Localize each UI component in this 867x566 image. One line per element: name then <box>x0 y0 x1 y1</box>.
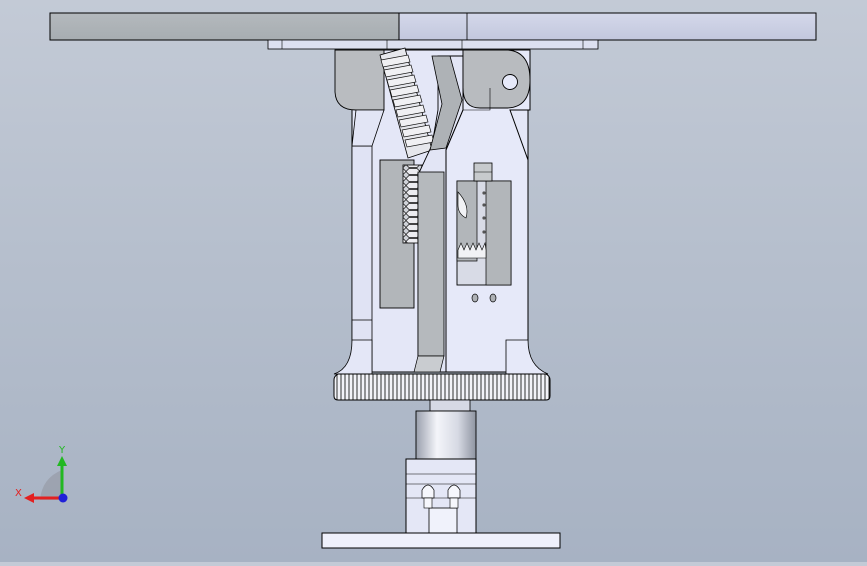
knurled-ring[interactable] <box>333 373 551 401</box>
left-bracket[interactable] <box>334 49 385 147</box>
pivot-hole-icon <box>502 74 518 90</box>
y-axis-label: Y <box>58 445 66 456</box>
mount-hole-icon <box>489 293 497 303</box>
top-plate[interactable] <box>49 12 817 50</box>
cad-model-drawing[interactable]: Y X <box>0 0 867 562</box>
output-shaft[interactable] <box>415 399 477 460</box>
base-clamp[interactable] <box>405 458 477 534</box>
3d-viewport[interactable]: Y X <box>0 0 867 562</box>
bottom-plate[interactable] <box>321 532 561 549</box>
axis-triad-icon: Y X <box>15 445 68 503</box>
x-axis-label: X <box>15 488 22 499</box>
mount-hole-icon <box>471 293 479 303</box>
z-axis-dot <box>58 493 68 503</box>
